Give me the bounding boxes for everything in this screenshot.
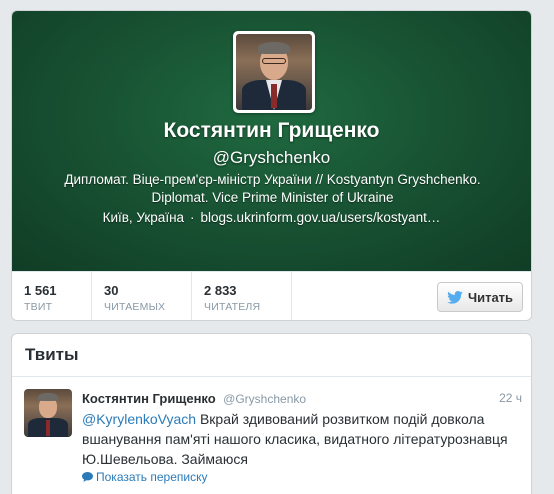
separator-dot: · xyxy=(190,210,195,225)
tweet-text-line-1: Вкрай здивований розвитком подій довкола xyxy=(196,411,485,427)
profile-bio: Дипломат. Віце-прем'єр-міністр України /… xyxy=(42,171,503,207)
bio-line-1: Дипломат. Віце-прем'єр-міністр України /… xyxy=(64,172,481,187)
stat-tweets-value: 1 561 xyxy=(24,283,57,298)
stat-followers-value: 2 833 xyxy=(204,283,237,298)
tweet-text-line-2: вшанування пам'яті нашого класика, видат… xyxy=(82,431,508,447)
profile-location: Київ, Україна xyxy=(102,210,185,225)
tweet-mention-link[interactable]: @KyrylenkoVyach xyxy=(82,411,196,427)
bio-line-2: Diplomat. Vice Prime Minister of Ukraine xyxy=(151,190,394,205)
follow-button[interactable]: Читать xyxy=(437,282,523,312)
tweet-text-line-3: Ю.Шевельова. Займаюся xyxy=(82,451,248,467)
tweets-section-title: Твиты xyxy=(12,334,531,377)
follow-button-label: Читать xyxy=(467,289,514,305)
stat-tweets[interactable]: 1 561 ТВИТ xyxy=(12,272,92,320)
tweet-timestamp[interactable]: 22 ч xyxy=(499,391,522,405)
tweet-text: @KyrylenkoVyach Вкрай здивований розвитк… xyxy=(82,409,522,469)
stat-following[interactable]: 30 ЧИТАЕМЫХ xyxy=(92,272,192,320)
stat-followers-label: ЧИТАТЕЛЯ xyxy=(204,301,261,313)
profile-name: Костянтин Грищенко xyxy=(163,119,380,142)
tweet-author-handle[interactable]: @Gryshchenko xyxy=(223,392,306,406)
profile-stats: 1 561 ТВИТ 30 ЧИТАЕМЫХ 2 833 ЧИТАТЕЛЯ Чи… xyxy=(12,271,531,320)
profile-card: Костянтин Грищенко @Gryshchenko Дипломат… xyxy=(11,10,532,321)
tweet-author-name[interactable]: Костянтин Грищенко xyxy=(82,391,216,406)
tweets-card: Твиты Костянтин Грищенко @Gryshchenko 22… xyxy=(11,333,532,494)
stat-tweets-label: ТВИТ xyxy=(24,301,53,313)
profile-avatar[interactable] xyxy=(233,31,315,113)
show-conversation-label: Показать переписку xyxy=(96,470,208,484)
profile-url-link[interactable]: blogs.ukrinform.gov.ua/users/kostyant… xyxy=(201,210,441,225)
profile-screen-name: @Gryshchenko xyxy=(212,148,331,167)
tweet-header: Костянтин Грищенко @Gryshchenko 22 ч xyxy=(82,390,522,408)
show-conversation-link[interactable]: Показать переписку xyxy=(82,470,207,484)
tweet-avatar[interactable] xyxy=(24,389,72,437)
stat-following-value: 30 xyxy=(104,283,119,298)
stat-following-label: ЧИТАЕМЫХ xyxy=(104,301,166,313)
twitter-bird-icon xyxy=(447,290,463,304)
avatar-photo xyxy=(236,34,312,110)
conversation-icon xyxy=(82,472,93,482)
profile-header: Костянтин Грищенко @Gryshchenko Дипломат… xyxy=(12,11,531,271)
tweet-item[interactable]: Костянтин Грищенко @Gryshchenko 22 ч @Ky… xyxy=(12,377,531,494)
stat-followers[interactable]: 2 833 ЧИТАТЕЛЯ xyxy=(192,272,292,320)
location-url-line: Київ, Україна · blogs.ukrinform.gov.ua/use… xyxy=(12,210,531,225)
